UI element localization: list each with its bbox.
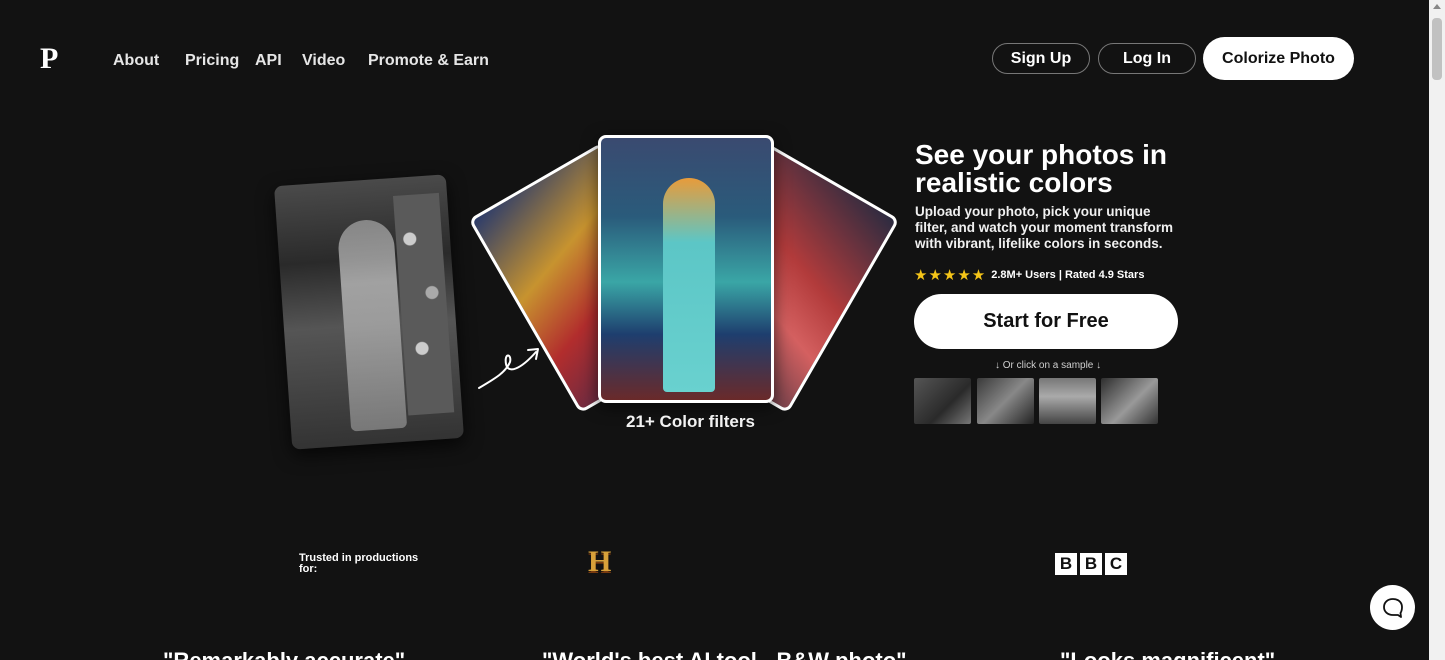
hero-headline: See your photos in realistic colors xyxy=(915,139,1168,198)
color-filter-preview-center xyxy=(598,135,774,403)
sample-thumbnail-2[interactable] xyxy=(977,378,1034,424)
colorized-photo-figure xyxy=(663,178,715,392)
scroll-up-arrow-icon[interactable] xyxy=(1433,4,1441,9)
sample-thumbnail-4[interactable] xyxy=(1101,378,1158,424)
colorize-photo-button[interactable]: Colorize Photo xyxy=(1203,37,1354,80)
site-logo[interactable]: P xyxy=(40,44,58,74)
nav-video[interactable]: Video xyxy=(302,52,345,70)
rating-text: 2.8M+ Users | Rated 4.9 Stars xyxy=(991,269,1145,281)
trusted-label: Trusted in productions for: xyxy=(299,552,419,575)
chat-widget-button[interactable] xyxy=(1370,585,1415,630)
filters-caption: 21+ Color filters xyxy=(626,412,755,431)
history-channel-logo: H xyxy=(588,545,612,578)
star-rating-icon: ★★★★★ xyxy=(914,267,987,284)
curly-arrow-icon xyxy=(478,348,539,389)
nav-pricing[interactable]: Pricing xyxy=(185,52,239,70)
chat-bubble-icon xyxy=(1382,597,1403,618)
sample-thumbnail-3[interactable] xyxy=(1039,378,1096,424)
nav-api[interactable]: API xyxy=(255,52,282,70)
nav-about[interactable]: About xyxy=(113,52,159,70)
nav-promote-earn[interactable]: Promote & Earn xyxy=(368,52,489,70)
sample-thumbnail-1[interactable] xyxy=(914,378,971,424)
page-scrollbar[interactable] xyxy=(1429,0,1445,660)
start-for-free-button[interactable]: Start for Free xyxy=(914,294,1178,349)
bw-sample-photo xyxy=(274,174,464,450)
sign-up-button[interactable]: Sign Up xyxy=(992,43,1090,74)
bbc-letter: B xyxy=(1055,553,1077,575)
scrollbar-thumb[interactable] xyxy=(1432,18,1442,80)
hero-subtext: Upload your photo, pick your unique filt… xyxy=(915,204,1174,251)
bbc-letter: B xyxy=(1080,553,1102,575)
bbc-logo: B B C xyxy=(1055,553,1127,575)
sample-hint: ↓ Or click on a sample ↓ xyxy=(995,360,1102,371)
log-in-button[interactable]: Log In xyxy=(1098,43,1196,74)
quote-2: "World's best AI tool - B&W photo" xyxy=(542,648,907,660)
quote-1: "Remarkably accurate" xyxy=(163,648,405,660)
quote-3: "Looks magnificent" xyxy=(1060,648,1275,660)
bbc-letter: C xyxy=(1105,553,1127,575)
rating-row: ★★★★★ 2.8M+ Users | Rated 4.9 Stars xyxy=(914,266,1144,284)
